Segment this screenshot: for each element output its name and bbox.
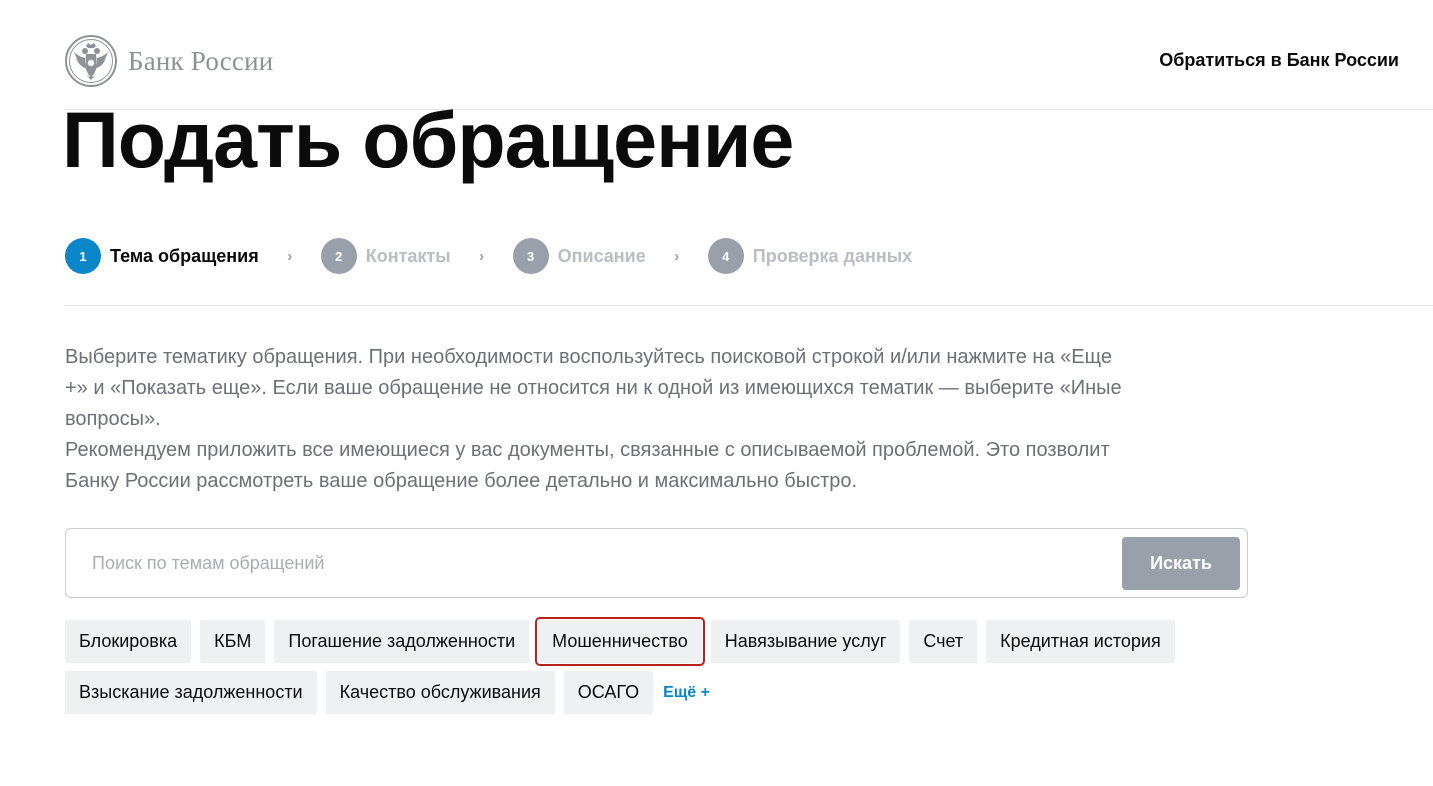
instructions-paragraph: Рекомендуем приложить все имеющиеся у ва… [65,439,1110,492]
step-label: Описание [557,245,646,266]
logo-text: Банк России [128,45,274,76]
topic-tag-osago[interactable]: ОСАГО [563,671,654,714]
page-title: Подать обращение [62,95,794,184]
topic-search-input[interactable] [92,543,1112,583]
step-review: 4 Проверка данных [707,238,913,274]
step-description: 3 Описание [512,238,646,274]
topic-tags-row: Блокировка КБМ Погашение задолженности М… [65,617,1175,666]
topic-tag-imposed-services[interactable]: Навязывание услуг [710,620,901,663]
topic-tag-debt-collection[interactable]: Взыскание задолженности [65,671,317,714]
chevron-right-icon: › [287,247,293,265]
step-label: Тема обращения [110,245,259,266]
topic-tag-blocking[interactable]: Блокировка [65,620,192,663]
eagle-emblem-icon [65,35,117,87]
form-stepper: 1 Тема обращения › 2 Контакты › 3 Описан… [65,238,912,274]
topic-tag-kbm[interactable]: КБМ [200,620,266,663]
step-number-badge: 2 [320,238,357,274]
topic-tag-fraud[interactable]: Мошенничество [535,617,705,666]
search-button[interactable]: Искать [1122,537,1240,590]
step-topic: 1 Тема обращения [65,238,259,274]
chevron-right-icon: › [674,247,680,265]
step-contacts: 2 Контакты [320,238,451,274]
topic-tag-account[interactable]: Счет [909,620,978,663]
chevron-right-icon: › [479,247,485,265]
topic-tags-row: Взыскание задолженности Качество обслужи… [65,671,710,714]
step-label: Контакты [365,245,451,266]
topic-tag-debt-repayment[interactable]: Погашение задолженности [274,620,530,663]
topic-search-box: Искать [65,528,1248,598]
topic-tag-credit-history[interactable]: Кредитная история [986,620,1175,663]
show-more-topics-link[interactable]: Ещё + [663,684,710,702]
instructions-text: Выберите тематику обращения. При необход… [65,342,1125,497]
step-number-badge: 1 [65,238,101,274]
topic-tag-service-quality[interactable]: Качество обслуживания [325,671,555,714]
step-number-badge: 3 [512,238,549,274]
step-number-badge: 4 [707,238,744,274]
stepper-divider [64,305,1433,306]
instructions-paragraph: Выберите тематику обращения. При необход… [65,346,1122,430]
bank-logo-link[interactable]: Банк России [64,34,273,88]
contact-bank-link[interactable]: Обратиться в Банк России [1159,50,1399,71]
step-label: Проверка данных [752,245,913,266]
